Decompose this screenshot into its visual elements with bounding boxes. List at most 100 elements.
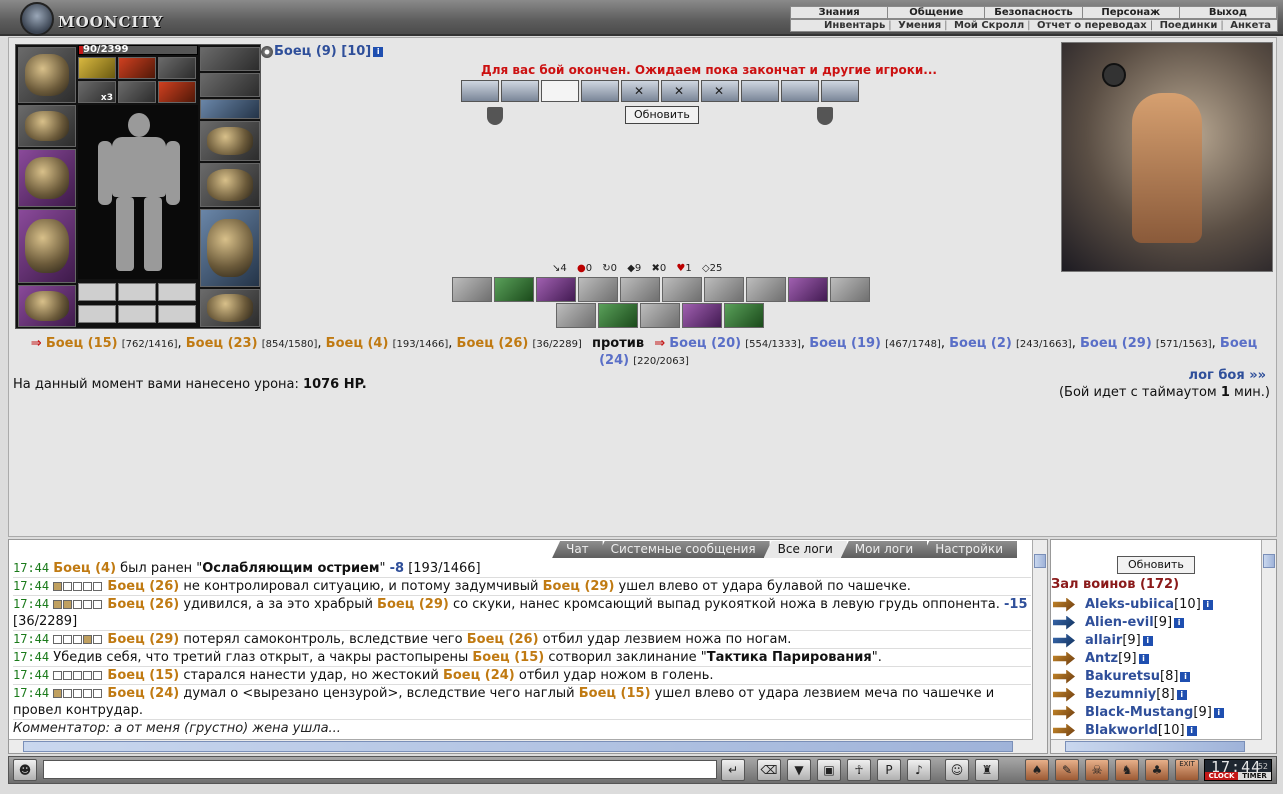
enemy-name[interactable]: Боец (29) bbox=[1080, 336, 1152, 351]
ally-name[interactable]: Боец (4) bbox=[326, 336, 389, 351]
chat-scrollbar-vertical[interactable] bbox=[1032, 540, 1047, 753]
user-name[interactable]: Black-Mustang bbox=[1085, 705, 1193, 720]
send-icon[interactable]: ↵ bbox=[721, 759, 745, 781]
submenu-skills[interactable]: Умения bbox=[898, 20, 941, 31]
smiley-icon[interactable]: ☺ bbox=[945, 759, 969, 781]
fighter-icon[interactable]: ☥ bbox=[847, 759, 871, 781]
info-icon[interactable]: i bbox=[1142, 635, 1153, 646]
skill-button[interactable] bbox=[682, 303, 722, 328]
user-entry[interactable]: allair[9] i bbox=[1053, 632, 1258, 650]
skill-button[interactable] bbox=[704, 277, 744, 302]
weapon-slot[interactable] bbox=[18, 149, 76, 207]
chat-input[interactable] bbox=[43, 760, 717, 779]
sound-icon[interactable]: ♪ bbox=[907, 759, 931, 781]
online-refresh-button[interactable]: Обновить bbox=[1117, 556, 1195, 574]
logo[interactable]: MOONCITY bbox=[14, 2, 194, 36]
skill-button[interactable] bbox=[452, 277, 492, 302]
guild-icon[interactable]: ♜ bbox=[975, 759, 999, 781]
info-icon[interactable]: i bbox=[1138, 653, 1149, 664]
user-entry[interactable]: Alien-evil[9] i bbox=[1053, 614, 1258, 632]
online-scrollbar-horizontal[interactable] bbox=[1051, 739, 1262, 753]
helmet-slot[interactable] bbox=[18, 47, 76, 103]
scroll-thumb[interactable] bbox=[1065, 741, 1245, 752]
info-icon[interactable]: i bbox=[1174, 617, 1185, 628]
tab-my-logs[interactable]: Мои логи bbox=[840, 541, 928, 558]
fighter-name[interactable]: Боец (24) bbox=[107, 686, 179, 701]
user-name[interactable]: Aleks-ubiica bbox=[1085, 597, 1174, 612]
rune-slot-1[interactable] bbox=[78, 283, 116, 301]
skill-button[interactable] bbox=[620, 277, 660, 302]
bag-icon[interactable]: ♣ bbox=[1145, 759, 1169, 781]
scroll-icon[interactable]: ✎ bbox=[1055, 759, 1079, 781]
exit-button[interactable]: EXIT bbox=[1175, 759, 1199, 781]
skill-button[interactable] bbox=[536, 277, 576, 302]
save-icon[interactable]: ▣ bbox=[817, 759, 841, 781]
submenu-inventory[interactable]: Инвентарь bbox=[824, 20, 885, 31]
user-entry[interactable]: Black-Mustang[9] i bbox=[1053, 704, 1258, 722]
info-icon[interactable]: i bbox=[1176, 689, 1187, 700]
enemy-name[interactable]: Боец (20) bbox=[669, 336, 741, 351]
boots-slot[interactable] bbox=[200, 289, 260, 327]
fighter-name[interactable]: Боец (29) bbox=[377, 597, 449, 612]
user-entry[interactable]: Bakuretsu[8] i bbox=[1053, 668, 1258, 686]
filter-icon[interactable]: ▼ bbox=[787, 759, 811, 781]
user-entry[interactable]: Aleks-ubiica[10] i bbox=[1053, 596, 1258, 614]
info-icon[interactable]: i bbox=[1186, 725, 1197, 736]
necklace-slot[interactable] bbox=[200, 73, 260, 97]
potion-slot-3[interactable] bbox=[158, 81, 196, 103]
fighter-name[interactable]: Боец (15) bbox=[107, 668, 179, 683]
user-entry[interactable]: Blakworld[10] i bbox=[1053, 722, 1258, 736]
ring-slot-1[interactable] bbox=[118, 57, 156, 79]
user-name[interactable]: Blakworld bbox=[1085, 723, 1158, 736]
user-name[interactable]: allair bbox=[1085, 633, 1122, 648]
skill-button[interactable] bbox=[788, 277, 828, 302]
user-status-icon[interactable] bbox=[1053, 615, 1075, 630]
rune-slot-3[interactable] bbox=[158, 283, 196, 301]
submenu-duels[interactable]: Поединки bbox=[1160, 20, 1218, 31]
fighter-name[interactable]: Боец (24) bbox=[443, 668, 515, 683]
shield-slot[interactable] bbox=[200, 163, 260, 207]
rune-slot-2[interactable] bbox=[118, 283, 156, 301]
fighter-name[interactable]: Боец (26) bbox=[107, 597, 179, 612]
online-scrollbar-vertical[interactable] bbox=[1261, 540, 1276, 753]
ally-name[interactable]: Боец (23) bbox=[186, 336, 258, 351]
tab-all-logs[interactable]: Все логи bbox=[763, 541, 847, 558]
menu-character[interactable]: Персонаж bbox=[1083, 7, 1180, 18]
scroll-thumb[interactable] bbox=[23, 741, 1013, 752]
ring-slot-2[interactable] bbox=[158, 57, 196, 79]
fighter-name[interactable]: Боец (29) bbox=[107, 632, 179, 647]
skill-button[interactable] bbox=[640, 303, 680, 328]
fighter-name[interactable]: Боец (26) bbox=[107, 579, 179, 594]
user-name[interactable]: Bezumniy bbox=[1085, 687, 1156, 702]
potion-slot-1[interactable]: x3 bbox=[78, 81, 116, 103]
enemy-name[interactable]: Боец (2) bbox=[949, 336, 1012, 351]
fighter-name[interactable]: Боец (4) bbox=[53, 561, 116, 576]
fighter-name[interactable]: Боец (26) bbox=[467, 632, 539, 647]
user-name[interactable]: Antz bbox=[1085, 651, 1118, 666]
eraser-icon[interactable]: ⌫ bbox=[757, 759, 781, 781]
rune-slot-6[interactable] bbox=[158, 305, 196, 323]
potion-slot-2[interactable] bbox=[118, 81, 156, 103]
skill-button[interactable] bbox=[746, 277, 786, 302]
submenu-transfers-report[interactable]: Отчет о переводах bbox=[1037, 20, 1147, 31]
gloves-slot[interactable] bbox=[200, 121, 260, 161]
rune-slot-4[interactable] bbox=[78, 305, 116, 323]
submenu-my-scroll[interactable]: Мой Скролл bbox=[954, 20, 1024, 31]
user-status-icon[interactable] bbox=[1053, 669, 1075, 684]
belt-slot[interactable] bbox=[18, 285, 76, 327]
info-icon[interactable]: i bbox=[1202, 599, 1213, 610]
user-status-icon[interactable] bbox=[1053, 723, 1075, 736]
skill-button[interactable] bbox=[598, 303, 638, 328]
info-icon[interactable]: i bbox=[373, 46, 384, 57]
skill-button[interactable] bbox=[830, 277, 870, 302]
skill-button[interactable] bbox=[578, 277, 618, 302]
smile-face-icon[interactable]: ☻ bbox=[13, 759, 37, 781]
ring-slots[interactable] bbox=[200, 99, 260, 119]
fighter-name[interactable]: Боец (15) bbox=[579, 686, 651, 701]
scroll-thumb[interactable] bbox=[1263, 554, 1275, 568]
user-name[interactable]: Bakuretsu bbox=[1085, 669, 1160, 684]
earring-slot[interactable] bbox=[200, 47, 260, 71]
user-status-icon[interactable] bbox=[1053, 633, 1075, 648]
amulet-slot[interactable] bbox=[78, 57, 116, 79]
menu-security[interactable]: Безопасность bbox=[985, 7, 1083, 18]
